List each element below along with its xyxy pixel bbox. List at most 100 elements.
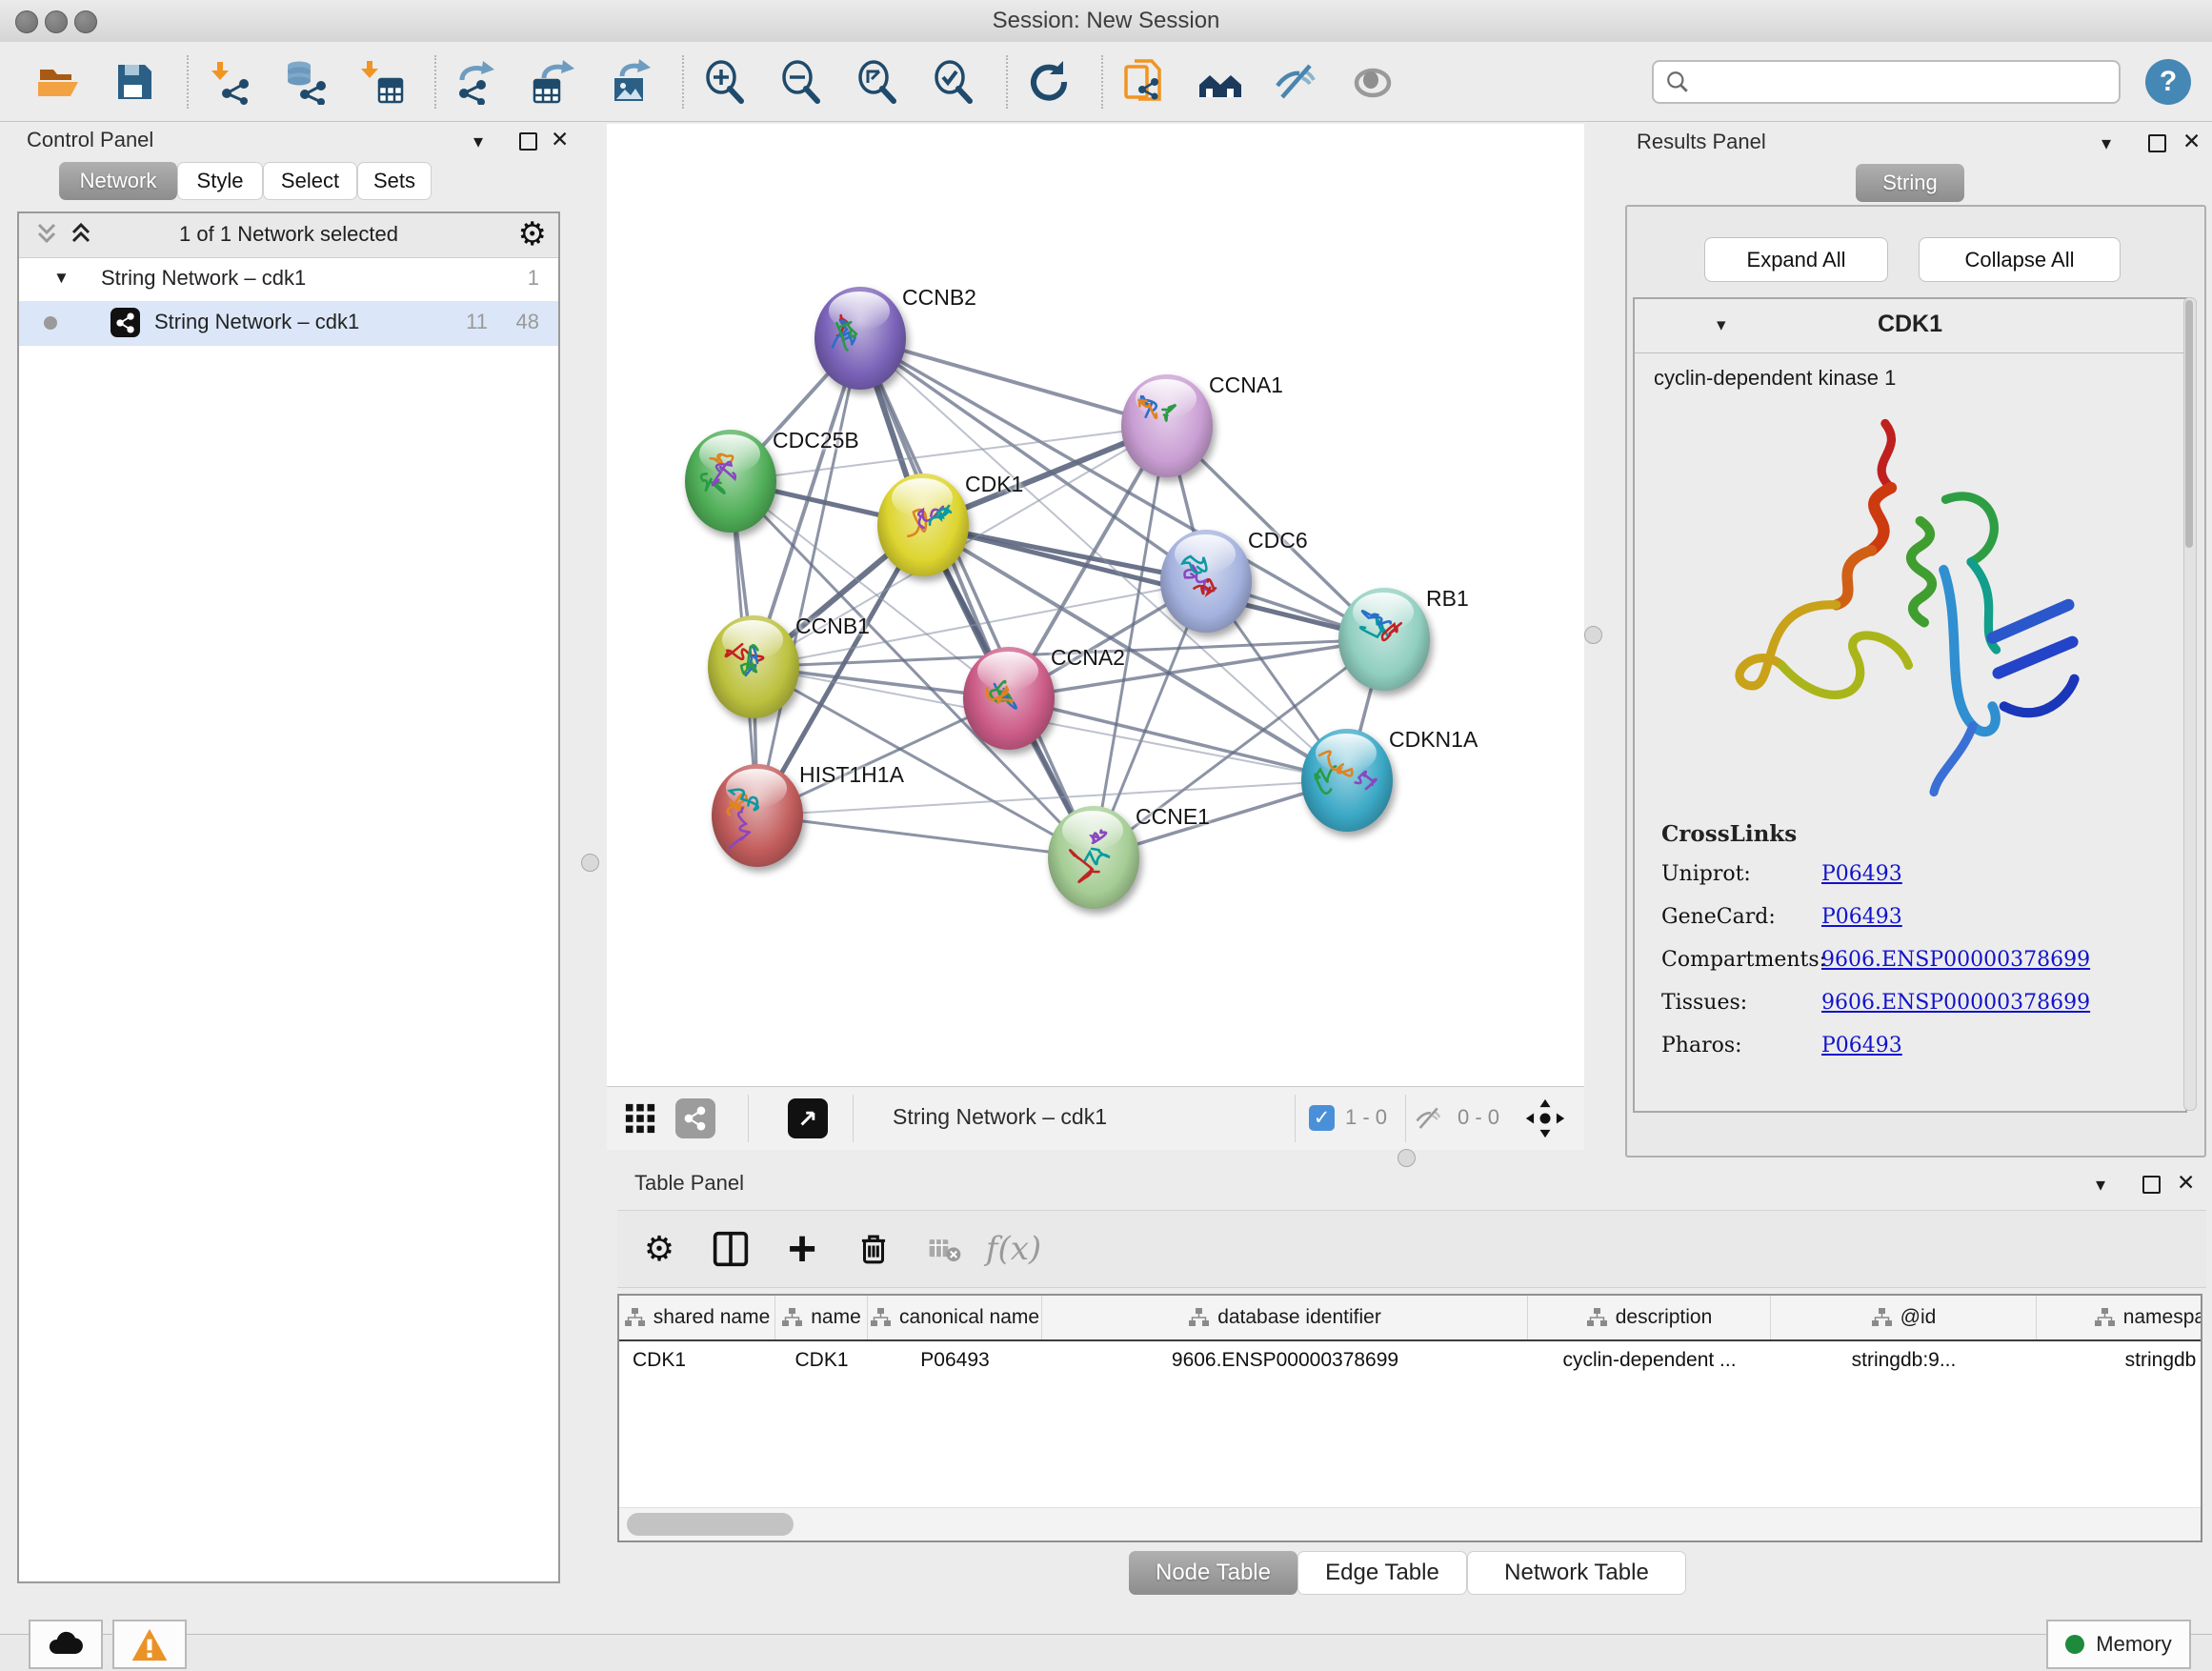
delete-column-trash-icon[interactable] [849, 1224, 898, 1274]
network-options-gear-icon[interactable]: ⚙ [518, 215, 547, 253]
table-cell[interactable]: P06493 [868, 1339, 1042, 1381]
crosslink-value-link[interactable]: P06493 [1821, 905, 1902, 929]
table-cell[interactable]: stringdb [2037, 1339, 2202, 1381]
network-node-ccne1[interactable] [1048, 806, 1139, 909]
show-eye-button[interactable] [1347, 54, 1398, 110]
network-edge[interactable] [757, 815, 1094, 857]
tab-edge-table[interactable]: Edge Table [1297, 1551, 1467, 1595]
import-network-database-button[interactable] [280, 54, 332, 110]
column-header-name[interactable]: name [775, 1296, 868, 1339]
tab-select[interactable]: Select [263, 162, 357, 200]
expand-all-button[interactable]: Expand All [1704, 237, 1888, 282]
table-settings-gear-icon[interactable]: ⚙ [634, 1224, 684, 1274]
export-network-button[interactable] [452, 54, 503, 110]
warning-status-button[interactable] [112, 1620, 187, 1669]
save-session-button[interactable] [109, 54, 160, 110]
right-splitter-handle[interactable] [1584, 626, 1602, 644]
network-node-cdc6[interactable] [1160, 530, 1252, 633]
table-cell[interactable]: CDK1 [775, 1339, 868, 1381]
protein-title-row[interactable]: ▾ CDK1 [1635, 299, 2185, 353]
column-header-canonicalname[interactable]: canonical name [868, 1296, 1042, 1339]
crosslink-value-link[interactable]: 9606.ENSP00000378699 [1821, 948, 2090, 972]
crosslink-value-link[interactable]: P06493 [1821, 862, 1902, 886]
import-network-file-button[interactable] [204, 54, 255, 110]
control-panel-float-icon[interactable] [519, 132, 537, 151]
tree-caret-icon[interactable]: ▼ [53, 269, 70, 288]
network-node-ccnb1[interactable] [708, 615, 799, 718]
tab-string[interactable]: String [1856, 164, 1964, 202]
collapse-all-button[interactable]: Collapse All [1919, 237, 2121, 282]
results-scrollbar[interactable] [2183, 297, 2197, 1111]
export-image-button[interactable] [604, 54, 655, 110]
node-table[interactable]: shared namenamecanonical namedatabase id… [617, 1294, 2202, 1542]
network-node-cdkn1a[interactable] [1301, 729, 1393, 832]
function-builder-icon[interactable]: f(x) [989, 1224, 1038, 1274]
horizontal-splitter-handle[interactable] [1398, 1149, 1416, 1167]
zoom-in-button[interactable] [699, 54, 751, 110]
table-panel-float-icon[interactable] [2142, 1176, 2161, 1194]
network-row-selected[interactable]: String Network – cdk1 11 48 [19, 301, 558, 346]
column-header-sharedname[interactable]: shared name [619, 1296, 775, 1339]
table-cell[interactable]: 9606.ENSP00000378699 [1042, 1339, 1528, 1381]
results-panel-close-icon[interactable]: ✕ [2182, 129, 2201, 154]
crosslink-value-link[interactable]: P06493 [1821, 1034, 1902, 1057]
column-header-description[interactable]: description [1528, 1296, 1771, 1339]
control-panel-close-icon[interactable]: ✕ [551, 127, 569, 152]
tab-style[interactable]: Style [177, 162, 263, 200]
column-header-databaseidentifier[interactable]: database identifier [1042, 1296, 1528, 1339]
table-cell[interactable]: cyclin-dependent ... [1528, 1339, 1771, 1381]
tab-network-table[interactable]: Network Table [1467, 1551, 1686, 1595]
memory-button[interactable]: Memory [2046, 1620, 2191, 1669]
network-node-cdc25b[interactable] [685, 430, 776, 533]
column-header-id[interactable]: @id [1771, 1296, 2037, 1339]
help-button[interactable]: ? [2145, 59, 2191, 105]
table-panel-menu-caret-icon[interactable]: ▾ [2096, 1173, 2105, 1197]
string-home-button[interactable] [1195, 54, 1246, 110]
tab-network[interactable]: Network [59, 162, 177, 200]
zoom-out-button[interactable] [775, 54, 827, 110]
network-node-cdk1[interactable] [877, 473, 969, 576]
hide-panel-button[interactable] [1271, 54, 1322, 110]
birdseye-view-button[interactable] [788, 1098, 828, 1138]
network-node-rb1[interactable] [1338, 588, 1430, 691]
column-header-namespace[interactable]: namespace [2037, 1296, 2202, 1339]
control-panel-menu-caret-icon[interactable]: ▾ [473, 130, 483, 153]
import-table-button[interactable] [356, 54, 408, 110]
tab-node-table[interactable]: Node Table [1129, 1551, 1297, 1595]
open-session-button[interactable] [32, 54, 84, 110]
zoom-fit-button[interactable] [852, 54, 903, 110]
left-splitter-handle[interactable] [581, 854, 599, 872]
table-horizontal-scrollbar[interactable] [619, 1507, 2201, 1540]
clone-network-button[interactable] [1118, 54, 1170, 110]
network-node-ccna1[interactable] [1121, 374, 1213, 477]
network-node-ccna2[interactable] [963, 647, 1055, 750]
delete-table-icon[interactable] [920, 1224, 970, 1274]
apply-layout-button[interactable] [1023, 54, 1075, 110]
network-edge[interactable] [860, 338, 1167, 426]
show-columns-icon[interactable] [706, 1224, 755, 1274]
pan-crosshair-icon[interactable] [1524, 1097, 1566, 1144]
results-panel-menu-caret-icon[interactable]: ▾ [2101, 131, 2111, 155]
network-share-view-button[interactable] [675, 1098, 715, 1138]
crosslink-value-link[interactable]: 9606.ENSP00000378699 [1821, 991, 2090, 1015]
tab-sets[interactable]: Sets [357, 162, 432, 200]
selected-checkbox[interactable]: ✓ [1309, 1105, 1335, 1131]
table-cell[interactable]: CDK1 [619, 1339, 775, 1381]
hidden-eye-icon[interactable] [1415, 1104, 1443, 1137]
add-column-plus-icon[interactable]: + [777, 1224, 827, 1281]
network-edge[interactable] [757, 338, 860, 815]
grid-view-button[interactable] [622, 1100, 658, 1137]
search-input[interactable] [1690, 69, 2094, 95]
export-table-button[interactable] [528, 54, 579, 110]
scrollbar-thumb[interactable] [627, 1513, 794, 1536]
results-panel-float-icon[interactable] [2148, 134, 2166, 152]
network-canvas[interactable]: CCNB2CCNA1CDC25BCDK1CDC6RB1CCNB1CCNA2CDK… [607, 124, 1584, 1086]
table-panel-close-icon[interactable]: ✕ [2177, 1170, 2195, 1196]
network-node-ccnb2[interactable] [814, 287, 906, 390]
network-node-hist1h1a[interactable] [712, 764, 803, 867]
table-cell[interactable]: stringdb:9... [1771, 1339, 2037, 1381]
network-collection-row[interactable]: ▼ String Network – cdk1 1 [19, 257, 558, 301]
cloud-status-button[interactable] [29, 1620, 103, 1669]
toolbar-search[interactable] [1652, 60, 2121, 104]
zoom-selected-button[interactable] [928, 54, 979, 110]
